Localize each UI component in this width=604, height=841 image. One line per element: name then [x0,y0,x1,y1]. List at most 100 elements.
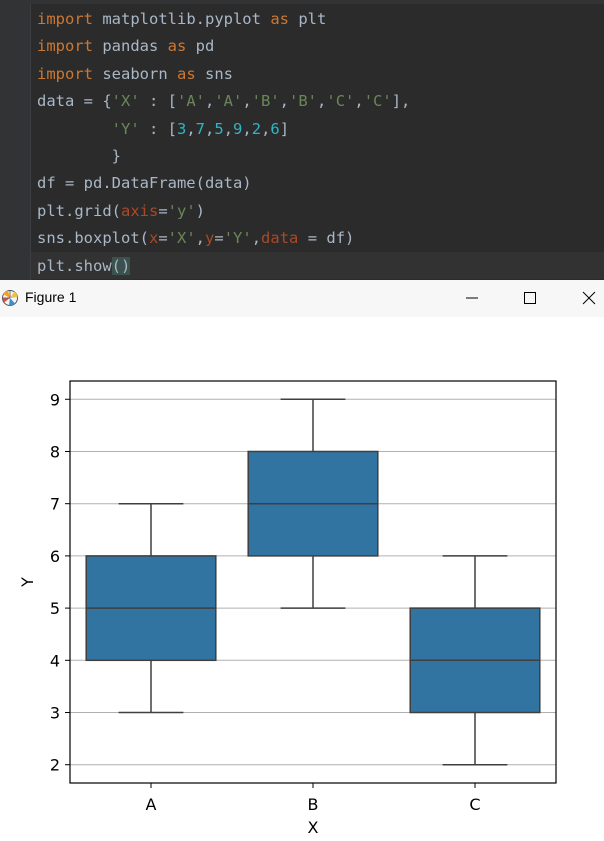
code-token: 2 [251,119,262,138]
gutter-separator [30,4,31,280]
code-token: seaborn [93,64,177,83]
code-token: , [354,92,364,111]
y-tick-label: 9 [50,390,60,409]
y-tick-label: 4 [50,651,60,670]
editor-top-border [0,0,604,4]
code-token: : [ [139,119,177,138]
code-token: data = { [37,92,112,111]
code-line[interactable]: df = pd.DataFrame(data) [37,170,410,197]
y-tick-label: 2 [50,756,60,775]
code-token: 3 [176,119,187,138]
minimize-icon [466,297,478,299]
code-token: } [37,146,121,165]
code-token: df = pd.DataFrame(data) [37,174,252,193]
code-token: matplotlib.pyplot [93,10,271,28]
code-token: ) [195,201,206,220]
matplotlib-app-icon [0,287,22,309]
code-token: 5 [214,119,224,138]
code-token: ], [391,92,411,111]
code-token: sns.boxplot( [37,229,149,248]
code-line[interactable]: sns.boxplot(x='X',y='Y',data = df) [37,225,410,252]
code-line[interactable]: } [37,143,410,170]
code-token: 'B' [289,92,318,111]
y-tick-label: 8 [50,442,60,461]
code-token: axis [121,201,159,220]
code-token: as [270,10,289,28]
code-token: () [111,256,131,275]
y-tick-label: 6 [50,547,60,566]
code-token: , [242,92,252,111]
code-token: y [205,229,215,248]
figure-window-titlebar[interactable]: Figure 1 [0,280,604,317]
code-token: = [214,229,224,248]
figure-canvas[interactable]: 2 3 4 5 6 7 8 9 A B C X Y [0,317,604,837]
code-line[interactable]: data = {'X' : ['A','A','B','B','C','C'], [37,88,410,115]
code-token: import [37,37,93,56]
code-token: 9 [233,119,243,138]
code-token: import [37,64,93,83]
maximize-button[interactable] [507,280,553,317]
code-token: 'Y' [223,229,252,248]
code-token: data [261,229,299,248]
code-editor[interactable]: import matplotlib.pyplot as plt import pa… [0,0,604,280]
code-token: plt [288,10,327,28]
code-line[interactable]: plt.grid(axis='y') [37,198,410,225]
code-token: plt.show [37,256,112,275]
code-token: 'A' [176,92,205,111]
x-tick-label: C [469,795,480,814]
code-line[interactable]: plt.show() [37,253,410,280]
code-line[interactable]: import matplotlib.pyplot as plt [37,6,410,33]
y-tick-label: 7 [50,495,60,514]
window-title: Figure 1 [25,289,77,305]
code-token: : [ [139,92,177,111]
code-token: as [167,37,187,56]
code-token: pd [186,37,215,56]
code-token: , [242,119,252,138]
y-tick-label: 5 [50,599,60,618]
code-token: ] [279,119,290,138]
code-token: 'B' [251,92,280,111]
code-token: , [223,119,234,138]
code-token: plt.grid( [37,201,121,220]
code-token: sns [195,64,233,83]
code-line[interactable]: import pandas as pd [37,33,410,60]
code-token: 'A' [214,92,243,111]
x-axis-label: X [308,818,319,837]
boxplot-chart: 2 3 4 5 6 7 8 9 A B C X Y [18,380,557,837]
code-token: 'X' [167,229,196,248]
code-token: 'X' [111,92,140,111]
code-token: import [37,10,93,28]
close-icon [582,291,596,305]
y-tick-label: 3 [50,704,60,723]
code-token: 6 [270,119,280,138]
code-line[interactable]: 'Y' : [3,7,5,9,2,6] [37,116,410,143]
x-tick-label: B [308,795,319,814]
maximize-icon [524,292,536,304]
code-token: as [177,64,196,83]
close-button[interactable] [566,280,604,317]
code-token: , [204,92,215,111]
line-number-gutter [0,4,30,280]
code-token: 'Y' [111,119,140,138]
code-token: , [195,229,206,248]
code-token: = df) [298,229,355,248]
code-token: 'C' [326,92,355,111]
code-token: , [317,92,327,111]
code-token: , [279,92,290,111]
code-token: , [251,229,262,248]
code-token: , [205,119,215,138]
code-token: 7 [195,119,206,138]
code-token: x [148,229,159,248]
code-token: pandas [93,37,168,56]
code-token: = [158,201,168,220]
code-token: = [158,229,168,248]
minimize-button[interactable] [449,280,495,317]
y-axis-label: Y [18,577,37,588]
code-text[interactable]: import matplotlib.pyplot as plt import pa… [37,6,410,280]
code-line[interactable]: import seaborn as sns [37,61,410,88]
code-token: , [186,119,196,138]
code-token: 'y' [167,201,196,220]
code-token: 'C' [363,92,392,111]
x-tick-label: A [146,795,157,814]
